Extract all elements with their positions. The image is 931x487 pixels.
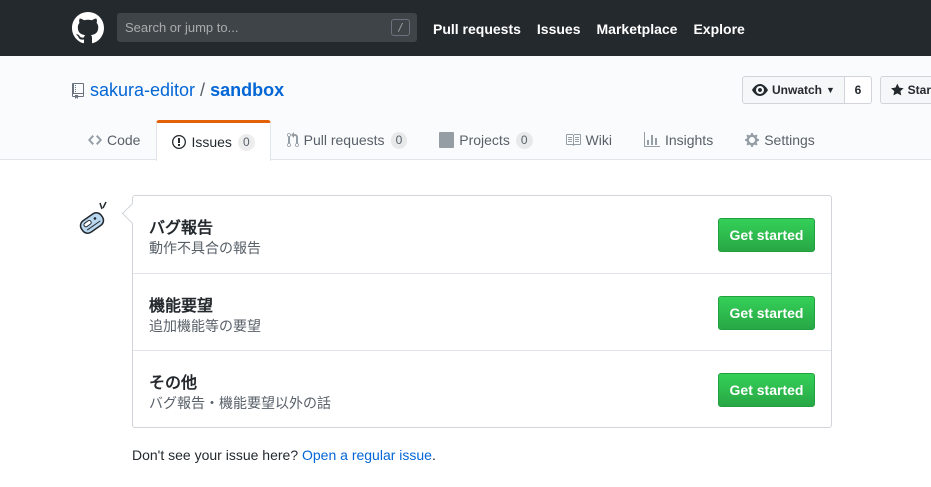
gear-icon <box>745 133 760 147</box>
tab-projects[interactable]: Projects 0 <box>423 119 548 160</box>
pull-requests-counter: 0 <box>390 131 408 149</box>
get-started-button[interactable]: Get started <box>718 296 815 330</box>
repo-path-separator: / <box>200 80 206 100</box>
star-label: Star <box>907 83 931 97</box>
tab-code[interactable]: Code <box>72 119 156 160</box>
template-description: 追加機能等の要望 <box>149 319 261 335</box>
template-row-bug-report: バグ報告 動作不具合の報告 Get started <box>133 196 831 273</box>
tab-settings[interactable]: Settings <box>729 119 831 160</box>
watchers-count[interactable]: 6 <box>844 76 872 104</box>
nav-issues[interactable]: Issues <box>537 21 581 37</box>
global-header: / Pull requests Issues Marketplace Explo… <box>0 0 931 56</box>
tab-label: Pull requests <box>303 132 385 148</box>
watch-group: Unwatch ▼ 6 <box>742 76 872 104</box>
tab-issues[interactable]: Issues 0 <box>156 120 271 161</box>
nav-explore[interactable]: Explore <box>693 21 744 37</box>
issues-counter: 0 <box>237 133 255 151</box>
star-icon <box>891 83 904 96</box>
mascot-icon <box>79 201 107 235</box>
nav-marketplace[interactable]: Marketplace <box>597 21 678 37</box>
tab-label: Wiki <box>585 132 612 148</box>
blank-issue-note: Don't see your issue here? Open a regula… <box>132 447 436 463</box>
unwatch-label: Unwatch <box>772 83 823 97</box>
tab-label: Code <box>107 132 141 148</box>
search-shortcut-key: / <box>391 19 410 36</box>
github-logo-icon[interactable] <box>72 12 104 44</box>
tab-label: Issues <box>191 134 232 150</box>
template-row-other: その他 バグ報告・機能要望以外の話 Get started <box>133 350 831 427</box>
blank-issue-prefix: Don't see your issue here? <box>132 447 299 463</box>
repo-name-link[interactable]: sandbox <box>210 80 284 101</box>
repo-tabs: Code Issues 0 Pull requests 0 Projects 0 <box>72 119 831 161</box>
code-icon <box>88 135 102 145</box>
projects-counter: 0 <box>515 131 533 149</box>
template-name: その他 <box>149 373 198 392</box>
global-nav: Pull requests Issues Marketplace Explore <box>433 21 761 37</box>
eye-icon <box>752 84 768 96</box>
repo-header: sakura-editor / sandbox Unwatch ▼ 6 Star… <box>0 56 931 161</box>
graph-icon <box>643 132 660 147</box>
open-regular-issue-link[interactable]: Open a regular issue <box>302 447 432 463</box>
blank-issue-suffix: . <box>431 447 436 463</box>
template-name: バグ報告 <box>149 218 214 237</box>
unwatch-button[interactable]: Unwatch ▼ <box>742 76 845 104</box>
nav-pull-requests[interactable]: Pull requests <box>433 21 521 37</box>
template-row-feature-request: 機能要望 追加機能等の要望 Get started <box>133 273 831 350</box>
template-name: 機能要望 <box>149 296 214 315</box>
repo-owner-link[interactable]: sakura-editor <box>90 80 195 101</box>
star-button[interactable]: Star <box>880 76 931 104</box>
tab-pull-requests[interactable]: Pull requests 0 <box>271 119 424 160</box>
tab-label: Settings <box>764 132 815 148</box>
get-started-button[interactable]: Get started <box>718 218 815 252</box>
template-description: バグ報告・機能要望以外の話 <box>149 396 331 412</box>
tab-label: Insights <box>664 132 714 148</box>
issue-template-list: バグ報告 動作不具合の報告 Get started 機能要望 追加機能等の要望 … <box>132 195 832 428</box>
repo-title: sakura-editor / sandbox <box>72 80 284 101</box>
chevron-down-icon: ▼ <box>826 85 835 95</box>
issue-opened-icon <box>172 135 187 149</box>
repo-icon <box>72 82 84 99</box>
search-input[interactable] <box>117 13 387 42</box>
get-started-button[interactable]: Get started <box>718 373 815 407</box>
project-icon <box>439 132 455 148</box>
git-pull-request-icon <box>286 132 299 147</box>
book-icon <box>565 134 581 146</box>
search-box[interactable]: / <box>117 13 417 42</box>
tab-wiki[interactable]: Wiki <box>549 119 628 160</box>
tab-label: Projects <box>459 132 510 148</box>
template-description: 動作不具合の報告 <box>149 241 261 257</box>
tab-insights[interactable]: Insights <box>628 119 729 160</box>
